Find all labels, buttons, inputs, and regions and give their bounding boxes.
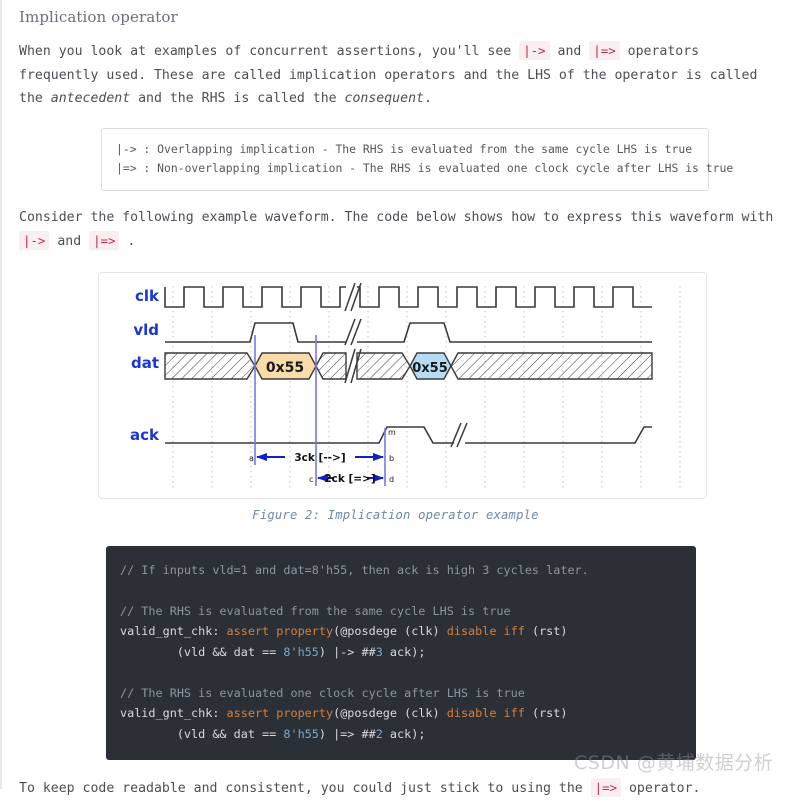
- paragraph-intro-text-5: .: [423, 91, 432, 106]
- paragraph-intro: When you look at examples of concurrent …: [2, 39, 789, 111]
- inline-code-nonoverlapping-op-2: |=>: [89, 231, 120, 250]
- code-token: (@posdege (clk): [333, 706, 447, 720]
- signal-label-vld: vld: [133, 321, 159, 339]
- paragraph-consider-text-3: .: [119, 234, 136, 249]
- annotation-2ck-label: 2ck [=>]: [324, 473, 375, 485]
- inline-code-nonoverlapping-op: |=>: [589, 41, 620, 60]
- paragraph-consider-text-2: and: [49, 234, 90, 249]
- code-token: disable iff: [446, 706, 525, 720]
- code-token: (vld && dat ==: [120, 726, 284, 741]
- note-box: |-> : Overlapping implication - The RHS …: [101, 127, 734, 191]
- code-block: // If inputs vld=1 and dat=8'h55, then a…: [106, 545, 696, 760]
- code-line: (vld && dat == 8'h55) |-> ##3 ack);: [106, 642, 696, 663]
- note-line-overlapping: |-> : Overlapping implication - The RHS …: [116, 141, 693, 156]
- code-token: ) |=> ##: [318, 726, 376, 741]
- waveform-diagram: clk vld dat ack 0x55 0x55 a b c d m 3ck …: [130, 282, 681, 491]
- code-line: (vld && dat == 8'h55) |=> ##2 ack);: [106, 724, 696, 745]
- marker-b: b: [389, 454, 394, 463]
- code-line: valid_gnt_chk: assert property(@posdege …: [106, 703, 696, 724]
- code-line: // The RHS is evaluated from the same cy…: [106, 601, 696, 622]
- signal-label-dat: dat: [131, 354, 159, 372]
- break-mark-vld: [344, 318, 362, 345]
- waveform-vld: [165, 321, 652, 343]
- waveform-figure: clk vld dat ack 0x55 0x55 a b c d m 3ck …: [98, 271, 707, 499]
- paragraph-intro-text-1: When you look at examples of concurrent …: [19, 44, 520, 59]
- code-token: // If inputs vld=1 and dat=8'h55, then a…: [120, 562, 589, 577]
- note-line-nonoverlapping: |=> : Non-overlapping implication - The …: [116, 160, 734, 175]
- marker-a: a: [249, 454, 254, 463]
- code-line: valid_gnt_chk: assert property(@posdege …: [106, 621, 696, 642]
- waveform-dat: 0x55 0x55: [164, 351, 653, 380]
- waveform-ack: [165, 425, 652, 444]
- code-line: // If inputs vld=1 and dat=8'h55, then a…: [106, 560, 696, 581]
- code-token: ack);: [382, 726, 426, 741]
- waveform-clk: [164, 285, 652, 308]
- code-token: (vld && dat ==: [120, 644, 284, 659]
- annotation-3ck: 3ck [-->]: [256, 452, 384, 464]
- code-token: ) |-> ##: [318, 644, 376, 659]
- dat-value-text-1: 0x55: [266, 360, 304, 376]
- article-page: Implication operator When you look at ex…: [0, 0, 789, 797]
- code-token: assert property: [226, 706, 334, 720]
- paragraph-consider-text-1: Consider the following example waveform.…: [19, 209, 774, 225]
- figure-caption: Figure 2: Implication operator example: [252, 507, 539, 522]
- signal-label-ack: ack: [130, 426, 160, 444]
- code-token: disable iff: [446, 624, 525, 638]
- code-token: (rst): [524, 706, 568, 720]
- annotation-3ck-label: 3ck [-->]: [294, 452, 345, 464]
- code-token: (rst): [524, 624, 568, 638]
- marker-d: d: [389, 475, 394, 484]
- dat-value-text-2: 0x55: [412, 361, 448, 376]
- signal-labels: clk vld dat ack: [130, 287, 160, 444]
- annotation-2ck: 2ck [=>]: [317, 473, 384, 485]
- paragraph-intro-text-2: and: [549, 44, 590, 59]
- code-line: // The RHS is evaluated one clock cycle …: [106, 683, 696, 704]
- paragraph-intro-text-4: and the RHS is called the: [130, 91, 345, 106]
- inline-code-overlapping-op-2: |->: [19, 231, 50, 250]
- signal-label-clk: clk: [135, 287, 160, 305]
- inline-code-nonoverlapping-op-3: |=>: [590, 778, 622, 797]
- code-token: valid_gnt_chk:: [120, 706, 227, 720]
- paragraph-consider: Consider the following example waveform.…: [2, 206, 789, 254]
- code-token: ack);: [382, 644, 426, 659]
- marker-c: c: [309, 475, 313, 484]
- code-token: 2: [375, 726, 383, 741]
- code-token: 8'h55: [283, 644, 319, 659]
- page-title: Implication operator: [19, 8, 178, 26]
- code-token: 8'h55: [283, 726, 319, 741]
- code-token: // The RHS is evaluated one clock cycle …: [120, 685, 525, 700]
- emphasis-consequent: consequent: [344, 91, 424, 106]
- inline-code-overlapping-op: |->: [519, 41, 550, 60]
- paragraph-closing: To keep code readable and consistent, yo…: [2, 776, 789, 801]
- code-token: valid_gnt_chk:: [120, 624, 227, 638]
- marker-m: m: [388, 428, 396, 437]
- code-token: (@posdege (clk): [333, 624, 447, 638]
- code-token: // The RHS is evaluated from the same cy…: [120, 603, 511, 618]
- emphasis-antecedent: antecedent: [50, 91, 131, 106]
- code-token: assert property: [226, 624, 334, 638]
- code-token: 3: [375, 644, 383, 659]
